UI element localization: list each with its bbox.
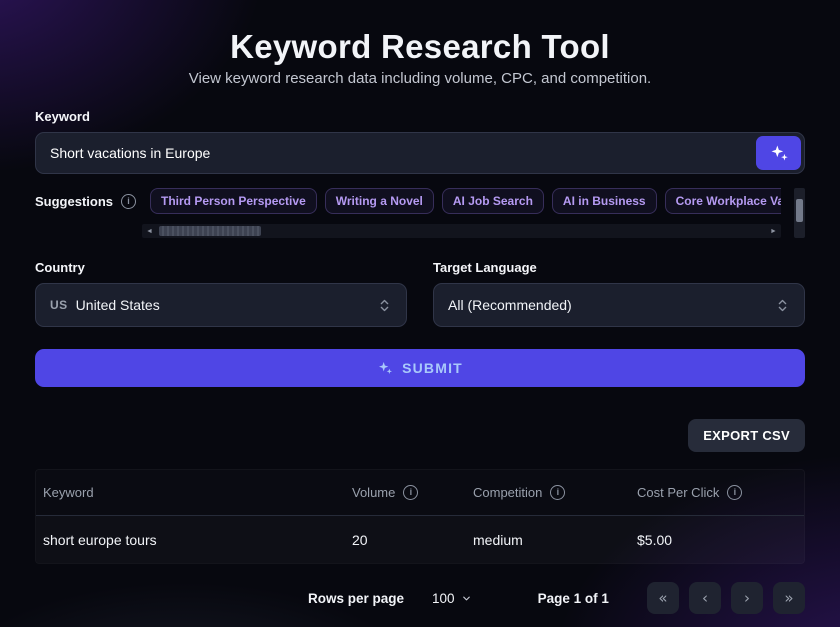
scroll-left-arrow-icon[interactable]: ◄ (142, 224, 157, 238)
page-subtitle: View keyword research data including vol… (35, 70, 805, 87)
cell-cpc: $5.00 (630, 532, 804, 548)
suggestion-chip[interactable]: Core Workplace Values (665, 188, 781, 214)
column-header-cpc: Cost Per Click i (630, 485, 804, 500)
rows-per-page-value: 100 (432, 591, 455, 606)
language-label: Target Language (433, 260, 805, 275)
page-indicator: Page 1 of 1 (538, 591, 609, 606)
suggestion-chip[interactable]: AI in Business (552, 188, 657, 214)
horizontal-scroll-track[interactable] (157, 224, 766, 238)
next-page-button[interactable]: › (731, 582, 763, 614)
country-label: Country (35, 260, 407, 275)
chevron-down-icon (461, 593, 472, 604)
suggestions-label: Suggestions (35, 194, 113, 209)
cell-competition: medium (466, 532, 630, 548)
info-icon: i (121, 194, 136, 209)
last-page-button[interactable]: » (773, 582, 805, 614)
column-header-volume: Volume i (345, 485, 466, 500)
rows-per-page-select[interactable]: 100 (432, 591, 472, 606)
sparkles-icon (377, 360, 393, 376)
previous-page-button[interactable]: ‹ (689, 582, 721, 614)
table-footer: Rows per page 100 Page 1 of 1 « ‹ › » (35, 582, 805, 614)
vertical-scroll-thumb[interactable] (796, 199, 803, 222)
language-value: All (Recommended) (448, 297, 572, 313)
keyword-input-wrap (35, 132, 805, 174)
horizontal-scroll-thumb[interactable] (159, 226, 261, 236)
keyword-label: Keyword (35, 109, 805, 124)
results-table: Keyword Volume i Competition i Cost Per … (35, 469, 805, 564)
country-code: US (50, 298, 68, 312)
chevron-up-down-icon (775, 298, 790, 313)
scroll-right-arrow-icon[interactable]: ► (766, 224, 781, 238)
ai-suggest-button[interactable] (756, 136, 801, 170)
suggestions-section: Suggestions i Third Person Perspective W… (35, 188, 805, 238)
country-value: United States (76, 297, 160, 313)
pagination: « ‹ › » (647, 582, 805, 614)
info-icon[interactable]: i (727, 485, 742, 500)
submit-button[interactable]: SUBMIT (35, 349, 805, 387)
export-csv-button[interactable]: EXPORT CSV (688, 419, 805, 452)
table-row[interactable]: short europe tours 20 medium $5.00 (36, 516, 804, 563)
vertical-scrollbar[interactable] (794, 188, 805, 238)
rows-per-page-label: Rows per page (308, 591, 404, 606)
table-header-row: Keyword Volume i Competition i Cost Per … (36, 470, 804, 516)
page-title: Keyword Research Tool (35, 28, 805, 66)
keyword-research-app: Keyword Research Tool View keyword resea… (0, 0, 840, 614)
submit-button-label: SUBMIT (402, 360, 463, 376)
horizontal-scrollbar[interactable]: ◄ ► (142, 224, 781, 238)
keyword-input[interactable] (35, 132, 805, 174)
column-header-competition: Competition i (466, 485, 630, 500)
suggestion-chips: Third Person Perspective Writing a Novel… (150, 188, 781, 214)
chevron-up-down-icon (377, 298, 392, 313)
cell-volume: 20 (345, 532, 466, 548)
cell-keyword: short europe tours (36, 532, 345, 548)
suggestion-chip[interactable]: Third Person Perspective (150, 188, 317, 214)
country-field: Country US United States (35, 260, 407, 327)
info-icon[interactable]: i (403, 485, 418, 500)
column-header-keyword: Keyword (36, 485, 345, 500)
country-select[interactable]: US United States (35, 283, 407, 327)
language-field: Target Language All (Recommended) (433, 260, 805, 327)
first-page-button[interactable]: « (647, 582, 679, 614)
suggestion-chip[interactable]: AI Job Search (442, 188, 544, 214)
language-select[interactable]: All (Recommended) (433, 283, 805, 327)
sparkles-icon (769, 143, 789, 163)
info-icon[interactable]: i (550, 485, 565, 500)
suggestion-chip[interactable]: Writing a Novel (325, 188, 434, 214)
